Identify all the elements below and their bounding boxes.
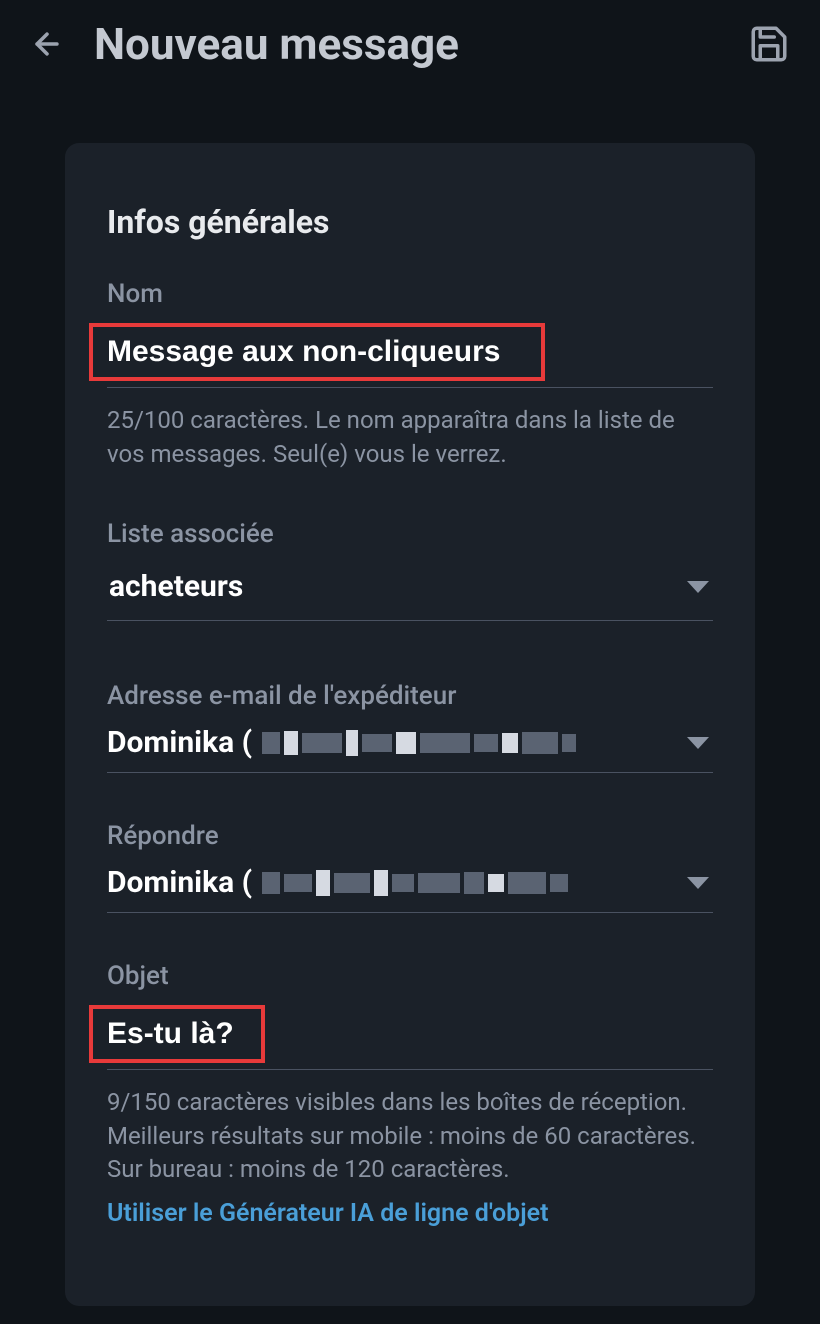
redacted-email-icon	[262, 730, 576, 756]
name-label: Nom	[107, 279, 713, 309]
subject-highlight	[89, 1005, 265, 1063]
sender-field-group: Adresse e-mail de l'expéditeur Dominika …	[87, 681, 733, 773]
chevron-down-icon	[687, 877, 709, 889]
app-header: Nouveau message	[0, 0, 820, 88]
page-title: Nouveau message	[94, 18, 748, 70]
sender-value: Dominika (	[107, 725, 576, 760]
reply-field-group: Répondre Dominika (	[87, 821, 733, 913]
list-value: acheteurs	[107, 563, 245, 610]
list-select[interactable]: acheteurs	[107, 563, 713, 621]
name-input[interactable]	[107, 335, 527, 369]
save-icon[interactable]	[748, 23, 790, 65]
back-arrow-icon[interactable]	[30, 27, 64, 61]
redacted-email-icon	[262, 870, 568, 896]
general-info-card: Infos générales Nom 25/100 caractères. L…	[65, 143, 755, 1306]
sender-select[interactable]: Dominika (	[107, 725, 713, 773]
name-highlight	[89, 323, 545, 381]
subject-label: Objet	[107, 961, 713, 991]
sender-label: Adresse e-mail de l'expéditeur	[107, 681, 713, 711]
subject-field-group: Objet 9/150 caractères visibles dans les…	[87, 961, 733, 1228]
subject-helper: 9/150 caractères visibles dans les boîte…	[107, 1086, 713, 1187]
name-field-group: Nom 25/100 caractères. Le nom apparaîtra…	[87, 279, 733, 471]
reply-value: Dominika (	[107, 865, 568, 900]
reply-label: Répondre	[107, 821, 713, 851]
section-title: Infos générales	[87, 203, 733, 241]
ai-generator-link[interactable]: Utiliser le Générateur IA de ligne d'obj…	[107, 1199, 713, 1228]
subject-input[interactable]	[107, 1017, 247, 1051]
chevron-down-icon	[687, 581, 709, 593]
list-label: Liste associée	[107, 519, 713, 549]
name-helper: 25/100 caractères. Le nom apparaîtra dan…	[107, 404, 713, 471]
reply-select[interactable]: Dominika (	[107, 865, 713, 913]
chevron-down-icon	[687, 737, 709, 749]
list-field-group: Liste associée acheteurs	[87, 519, 733, 621]
